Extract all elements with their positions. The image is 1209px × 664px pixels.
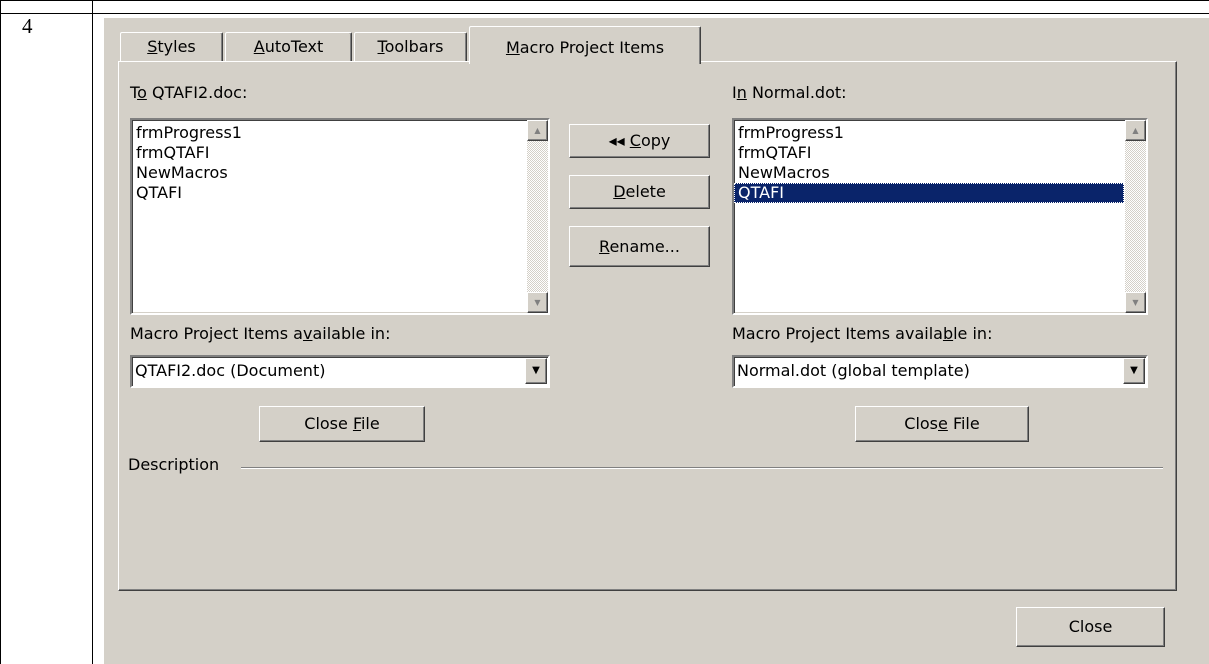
tab-autotext-accesskey: A	[253, 37, 265, 56]
rename-button-key: R	[599, 237, 610, 256]
right-list-label: In Normal.dot:	[732, 83, 847, 102]
right-available-label-post: le in:	[953, 324, 993, 343]
copy-arrow-icon: ◂◂	[608, 131, 630, 150]
right-available-combo[interactable]: Normal.dot (global template) ▼	[732, 355, 1148, 388]
delete-button-label: elete	[625, 182, 666, 201]
delete-button[interactable]: Delete	[569, 175, 710, 209]
table-top-border	[0, 0, 1209, 1]
tab-toolbars-label: oolbars	[384, 37, 444, 56]
left-list-item[interactable]: frmProgress1	[132, 123, 526, 143]
right-available-label: Macro Project Items available in:	[732, 324, 992, 343]
tab-styles-label: tyles	[157, 37, 196, 56]
left-list-label-pre: T	[130, 83, 138, 102]
copy-button-label: opy	[640, 131, 671, 150]
right-list-item[interactable]: frmQTAFI	[734, 143, 1124, 163]
right-close-file-key: e	[938, 414, 948, 433]
left-available-combo[interactable]: QTAFI2.doc (Document) ▼	[130, 355, 550, 388]
table-row-number: 4	[22, 14, 33, 38]
right-available-label-key: b	[942, 324, 954, 343]
right-combo-value: Normal.dot (global template)	[737, 361, 970, 380]
tab-macro-label: acro Project Items	[519, 38, 665, 57]
left-available-label-post: ailable in:	[312, 324, 391, 343]
tab-macro-project-items[interactable]: Macro Project Items	[469, 26, 701, 64]
copy-button-key: C	[629, 131, 641, 150]
right-list-label-key: n	[736, 83, 747, 102]
scroll-down-icon[interactable]: ▼	[1125, 292, 1146, 313]
table-row-separator	[0, 13, 1209, 14]
right-close-file-post: File	[947, 414, 980, 433]
description-divider-highlight	[241, 468, 1163, 469]
delete-button-key: D	[613, 182, 626, 201]
tab-autotext[interactable]: AutoText	[225, 32, 352, 61]
right-list-item[interactable]: frmProgress1	[734, 123, 1124, 143]
scroll-up-icon[interactable]: ▲	[1125, 120, 1146, 141]
tab-styles[interactable]: Styles	[120, 32, 223, 61]
scroll-down-icon[interactable]: ▼	[527, 292, 548, 313]
tab-macro-accesskey: M	[505, 38, 520, 57]
tab-autotext-label: utoText	[264, 37, 324, 56]
organizer-dialog: Styles AutoText Toolbars Macro Project I…	[104, 18, 1209, 664]
left-list-label-key: o	[137, 83, 147, 102]
description-label: Description	[128, 455, 220, 474]
right-list-item-selected[interactable]: QTAFI	[734, 183, 1124, 203]
tab-toolbars-accesskey: T	[377, 37, 385, 56]
left-close-file-pre: Close	[304, 414, 353, 433]
tab-panel: To QTAFI2.doc: frmProgress1 frmQTAFI New…	[118, 61, 1177, 591]
scroll-up-icon[interactable]: ▲	[527, 120, 548, 141]
tab-toolbars[interactable]: Toolbars	[354, 32, 467, 61]
left-list-item[interactable]: frmQTAFI	[132, 143, 526, 163]
chevron-down-icon[interactable]: ▼	[525, 358, 547, 384]
left-combo-value: QTAFI2.doc (Document)	[135, 361, 326, 380]
left-list-label: To QTAFI2.doc:	[130, 83, 247, 102]
left-close-file-button[interactable]: Close File	[259, 406, 425, 442]
right-items-listbox[interactable]: frmProgress1 frmQTAFI NewMacros QTAFI ▲ …	[732, 118, 1148, 315]
left-list-scrollbar[interactable]: ▲ ▼	[527, 120, 548, 313]
right-close-file-pre: Clos	[904, 414, 939, 433]
table-column-divider	[92, 0, 93, 664]
left-list-item[interactable]: NewMacros	[132, 163, 526, 183]
copy-button[interactable]: ◂◂ Copy	[569, 124, 710, 158]
left-close-file-key: F	[352, 414, 361, 433]
chevron-down-icon[interactable]: ▼	[1123, 358, 1145, 384]
rename-button-label: ename...	[609, 237, 680, 256]
close-button[interactable]: Close	[1016, 607, 1165, 647]
right-list-label-post: Normal.dot:	[746, 83, 847, 102]
right-close-file-button[interactable]: Close File	[855, 406, 1029, 442]
right-list-item[interactable]: NewMacros	[734, 163, 1124, 183]
left-list-label-post: QTAFI2.doc:	[146, 83, 248, 102]
left-available-label: Macro Project Items available in:	[130, 324, 390, 343]
left-items-listbox[interactable]: frmProgress1 frmQTAFI NewMacros QTAFI ▲ …	[130, 118, 550, 315]
left-list-item[interactable]: QTAFI	[132, 183, 526, 203]
left-close-file-post: ile	[360, 414, 380, 433]
tab-styles-accesskey: S	[147, 37, 158, 56]
left-available-label-pre: Macro Project Items a	[130, 324, 303, 343]
right-list-scrollbar[interactable]: ▲ ▼	[1125, 120, 1146, 313]
table-left-border	[0, 0, 1, 664]
rename-button[interactable]: Rename...	[569, 226, 710, 267]
right-available-label-pre: Macro Project Items availa	[732, 324, 943, 343]
